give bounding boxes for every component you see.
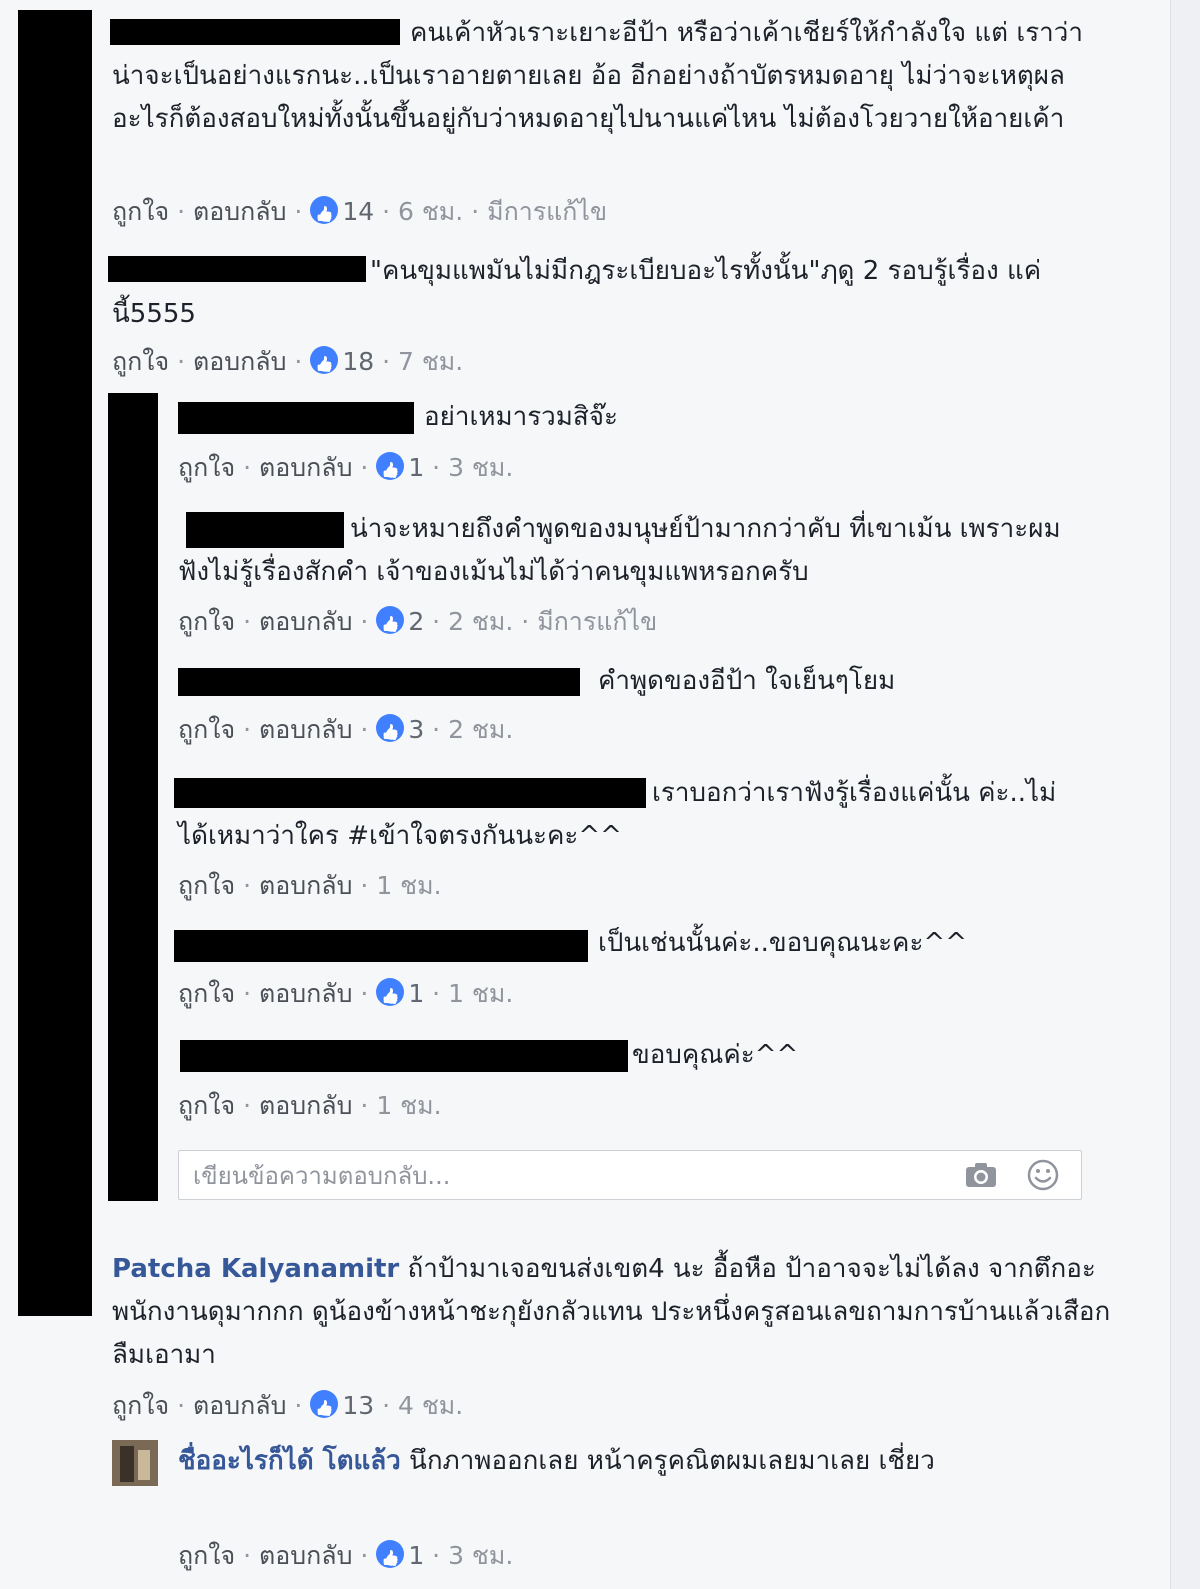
comments-page: คนเค้าหัวเราะเยาะอีป้า หรือว่าเค้าเชียร์… xyxy=(0,0,1200,1589)
reply-button[interactable]: ตอบกลับ xyxy=(193,197,286,226)
like-button[interactable]: ถูกใจ xyxy=(112,347,169,376)
timestamp[interactable]: 6 ชม. xyxy=(398,197,463,226)
reply-text: อย่าเหมารวมสิจ๊ะ xyxy=(424,402,618,432)
like-icon[interactable] xyxy=(310,196,339,224)
emoji-icon[interactable] xyxy=(1027,1159,1059,1191)
like-button[interactable]: ถูกใจ xyxy=(178,1541,235,1570)
like-button[interactable]: ถูกใจ xyxy=(178,979,235,1008)
reply-text: ชื่ออะไรก็ได้ โตแล้ว นึกภาพออกเลย หน้าคร… xyxy=(178,1446,935,1476)
right-rail xyxy=(1170,0,1200,1589)
reply-button[interactable]: ตอบกลับ xyxy=(259,979,352,1008)
comment-text: "คนขุมแพมันไม่มีกฎระเบียบอะไรทั้งนั้น"ฦด… xyxy=(112,256,1042,329)
comment-text: Patcha Kalyanamitr ถ้าป้ามาเจอขนส่งเขต4 … xyxy=(112,1254,1111,1370)
like-count[interactable]: 3 xyxy=(408,715,424,744)
edited-label[interactable]: มีการแก้ไข xyxy=(487,197,607,226)
timestamp[interactable]: 2 ชม. xyxy=(448,715,513,744)
reply-button[interactable]: ตอบกลับ xyxy=(259,1541,352,1570)
timestamp[interactable]: 1 ชม. xyxy=(376,871,441,900)
reply-meta: ถูกใจ · ตอบกลับ · 2 · 2 ชม. · มีการแก้ไข xyxy=(178,606,657,638)
timestamp[interactable]: 1 ชม. xyxy=(376,1091,441,1120)
reply-button[interactable]: ตอบกลับ xyxy=(259,607,352,636)
reply-button[interactable]: ตอบกลับ xyxy=(259,715,352,744)
timestamp[interactable]: 3 ชม. xyxy=(448,453,513,482)
reply-meta: ถูกใจ · ตอบกลับ · 1 · 3 ชม. xyxy=(178,1540,513,1572)
reply-meta: ถูกใจ · ตอบกลับ · 1 · 1 ชม. xyxy=(178,978,513,1010)
timestamp[interactable]: 1 ชม. xyxy=(448,979,513,1008)
like-count[interactable]: 2 xyxy=(408,607,424,636)
like-count[interactable]: 14 xyxy=(342,197,374,226)
reply-text: ขอบคุณค่ะ^^ xyxy=(632,1040,799,1070)
like-button[interactable]: ถูกใจ xyxy=(112,197,169,226)
like-icon[interactable] xyxy=(376,714,405,742)
like-count[interactable]: 1 xyxy=(408,453,424,482)
like-button[interactable]: ถูกใจ xyxy=(178,871,235,900)
like-button[interactable]: ถูกใจ xyxy=(178,715,235,744)
like-button[interactable]: ถูกใจ xyxy=(178,453,235,482)
like-button[interactable]: ถูกใจ xyxy=(112,1391,169,1420)
reply-button[interactable]: ตอบกลับ xyxy=(259,453,352,482)
reply-meta: ถูกใจ · ตอบกลับ · 3 · 2 ชม. xyxy=(178,714,513,746)
comment-author[interactable]: Patcha Kalyanamitr xyxy=(112,1254,399,1284)
like-button[interactable]: ถูกใจ xyxy=(178,607,235,636)
redacted-reply-avatar-column xyxy=(108,393,158,1201)
comment-meta: ถูกใจ · ตอบกลับ · 14 · 6 ชม. · มีการแก้ไ… xyxy=(112,196,607,228)
reply-text: น่าจะหมายถึงคำพูดของมนุษย์ป้ามากกว่าคับ … xyxy=(178,514,1061,587)
comment-text: คนเค้าหัวเราะเยาะอีป้า หรือว่าเค้าเชียร์… xyxy=(112,18,1083,134)
like-count[interactable]: 1 xyxy=(408,1541,424,1570)
like-count[interactable]: 13 xyxy=(342,1391,374,1420)
redacted-avatar-column xyxy=(18,10,92,1316)
reply-button[interactable]: ตอบกลับ xyxy=(193,1391,286,1420)
reply-meta: ถูกใจ · ตอบกลับ · 1 ชม. xyxy=(178,1091,442,1120)
camera-icon[interactable] xyxy=(965,1162,997,1188)
reply-input-box[interactable] xyxy=(178,1150,1082,1200)
reply-text: เป็นเช่นนั้นค่ะ..ขอบคุณนะคะ^^ xyxy=(598,928,967,958)
timestamp[interactable]: 2 ชม. xyxy=(448,607,513,636)
like-icon[interactable] xyxy=(376,606,405,634)
like-count[interactable]: 1 xyxy=(408,979,424,1008)
comment-meta: ถูกใจ · ตอบกลับ · 18 · 7 ชม. xyxy=(112,346,463,378)
like-icon[interactable] xyxy=(376,978,405,1006)
like-icon[interactable] xyxy=(376,452,405,480)
timestamp[interactable]: 4 ชม. xyxy=(398,1391,463,1420)
like-icon[interactable] xyxy=(310,346,339,374)
reply-text: เราบอกว่าเราฟังรู้เรื่องแค่นั้น ค่ะ..ไม่… xyxy=(178,778,1057,851)
reply-button[interactable]: ตอบกลับ xyxy=(193,347,286,376)
avatar[interactable] xyxy=(112,1440,158,1486)
reply-meta: ถูกใจ · ตอบกลับ · 1 · 3 ชม. xyxy=(178,452,513,484)
edited-label[interactable]: มีการแก้ไข xyxy=(537,607,657,636)
timestamp[interactable]: 7 ชม. xyxy=(398,347,463,376)
like-button[interactable]: ถูกใจ xyxy=(178,1091,235,1120)
reply-input[interactable] xyxy=(191,1157,955,1195)
like-count[interactable]: 18 xyxy=(342,347,374,376)
like-icon[interactable] xyxy=(376,1540,405,1568)
reply-button[interactable]: ตอบกลับ xyxy=(259,1091,352,1120)
reply-button[interactable]: ตอบกลับ xyxy=(259,871,352,900)
like-icon[interactable] xyxy=(310,1390,339,1418)
reply-meta: ถูกใจ · ตอบกลับ · 1 ชม. xyxy=(178,871,442,900)
reply-author[interactable]: ชื่ออะไรก็ได้ โตแล้ว xyxy=(178,1446,401,1476)
timestamp[interactable]: 3 ชม. xyxy=(448,1541,513,1570)
comment-meta: ถูกใจ · ตอบกลับ · 13 · 4 ชม. xyxy=(112,1390,463,1422)
reply-text: คำพูดของอีป้า ใจเย็นๆโยม xyxy=(598,666,896,696)
